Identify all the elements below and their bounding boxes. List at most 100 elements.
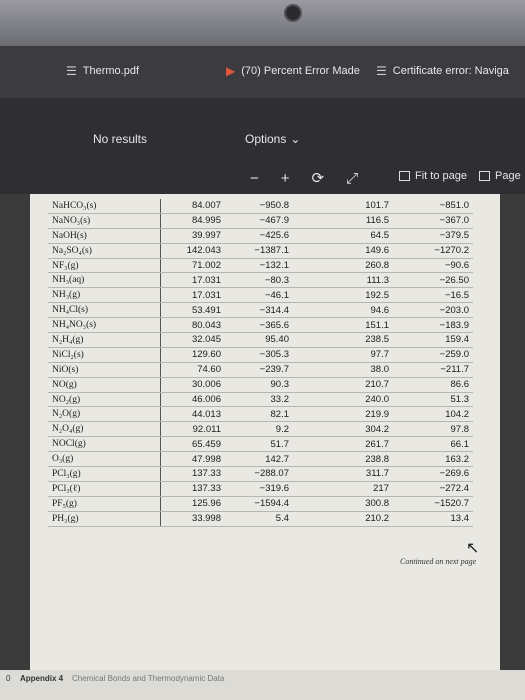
enthalpy-cell: 95.40	[225, 332, 293, 348]
molar-mass-cell: 33.998	[160, 511, 225, 527]
table-row: PH₃(g) 33.998 5.4 210.2 13.4	[48, 511, 473, 527]
enthalpy-cell: −1594.4	[225, 496, 293, 512]
gibbs-cell: 51.3	[393, 392, 473, 408]
tab-label: Certificate error: Naviga	[392, 65, 509, 77]
expand-icon[interactable]: ⤢	[346, 170, 358, 187]
gibbs-cell: −183.9	[393, 317, 473, 334]
fit-page-icon	[399, 171, 410, 181]
entropy-cell: 238.5	[293, 332, 393, 348]
substance-cell: O₃(g)	[48, 451, 161, 468]
enthalpy-cell: −314.4	[225, 302, 293, 319]
entropy-cell: 261.7	[293, 436, 393, 453]
entropy-cell: 64.5	[293, 228, 393, 244]
table-row: Na₂SO₄(s) 142.043 −1387.1 149.6 −1270.2	[48, 243, 473, 259]
substance-cell: N₂O(g)	[48, 406, 161, 423]
entropy-cell: 240.0	[293, 392, 393, 408]
enthalpy-cell: −80.3	[225, 272, 293, 289]
table-row: NiCl₂(s) 129.60 −305.3 97.7 −259.0	[48, 347, 473, 363]
search-status: No results	[93, 132, 148, 146]
table-row: O₃(g) 47.998 142.7 238.8 163.2	[48, 451, 473, 468]
enthalpy-cell: 33.2	[225, 392, 293, 408]
table-row: NH₃(aq) 17.031 −80.3 111.3 −26.50	[48, 272, 473, 289]
table-row: PCl₃(ℓ) 137.33 −319.6 217 −272.4	[48, 481, 473, 497]
enthalpy-cell: −319.6	[225, 481, 293, 497]
substance-cell: PCl₃(ℓ)	[48, 481, 161, 497]
molar-mass-cell: 30.006	[160, 377, 225, 393]
entropy-cell: 38.0	[293, 362, 393, 378]
entropy-cell: 300.8	[293, 496, 393, 512]
tab-certificate-error[interactable]: ☰ Certificate error: Naviga	[376, 64, 509, 78]
tab-label: (70) Percent Error Made	[241, 65, 360, 77]
table-row: NiO(s) 74.60 −239.7 38.0 −211.7	[48, 362, 473, 378]
gibbs-cell: 104.2	[393, 406, 473, 423]
substance-cell: NaHCO₃(s)	[48, 199, 161, 214]
substance-cell: NH₄Cl(s)	[48, 302, 161, 319]
molar-mass-cell: 47.998	[160, 451, 225, 468]
tab-percent-error[interactable]: ▶ (70) Percent Error Made	[226, 64, 360, 78]
gibbs-cell: 159.4	[393, 332, 473, 348]
rotate-icon[interactable]: ⟳	[312, 169, 325, 187]
table-row: N₂O₄(g) 92.011 9.2 304.2 97.8	[48, 421, 473, 438]
table-row: NO(g) 30.006 90.3 210.7 86.6	[48, 377, 473, 393]
gibbs-cell: −211.7	[393, 362, 473, 378]
fit-to-page-button[interactable]: Fit to page	[399, 170, 467, 182]
enthalpy-cell: −288.07	[225, 466, 293, 482]
molar-mass-cell: 92.011	[160, 421, 225, 438]
gibbs-cell: −16.5	[393, 287, 473, 304]
page-icon: ☰	[376, 64, 387, 78]
table-row: NH₃(g) 17.031 −46.1 192.5 −16.5	[48, 287, 473, 304]
enthalpy-cell: −467.9	[225, 213, 293, 229]
table-row: NOCl(g) 65.459 51.7 261.7 66.1	[48, 436, 473, 453]
substance-cell: N₂O₄(g)	[48, 421, 161, 438]
annotation-tools: − + ⟳ ⤢	[250, 169, 358, 188]
table-row: N₂O(g) 44.013 82.1 219.9 104.2	[48, 406, 473, 423]
youtube-icon: ▶	[226, 64, 236, 78]
options-label: Options	[245, 132, 287, 146]
options-dropdown[interactable]: Options ⌄	[245, 132, 300, 146]
entropy-cell: 260.8	[293, 258, 393, 274]
molar-mass-cell: 17.031	[160, 272, 225, 289]
minus-icon[interactable]: −	[250, 170, 259, 187]
substance-cell: NF₃(g)	[48, 258, 161, 274]
enthalpy-cell: 9.2	[225, 421, 293, 438]
molar-mass-cell: 53.491	[160, 302, 225, 319]
page-label: Page	[495, 170, 521, 182]
gibbs-cell: 86.6	[393, 377, 473, 393]
continued-note: Continued on next page	[400, 557, 477, 566]
substance-cell: PCl₃(g)	[48, 466, 161, 482]
molar-mass-cell: 65.459	[160, 436, 225, 453]
substance-cell: NH₃(g)	[48, 287, 161, 304]
enthalpy-cell: −132.1	[225, 258, 293, 274]
gibbs-cell: 13.4	[393, 511, 473, 527]
page-view-button[interactable]: Page	[479, 170, 521, 182]
gibbs-cell: 97.8	[393, 421, 473, 438]
molar-mass-cell: 125.96	[160, 496, 225, 512]
entropy-cell: 97.7	[293, 347, 393, 363]
substance-cell: PF₅(g)	[48, 496, 161, 512]
plus-icon[interactable]: +	[281, 170, 290, 187]
substance-cell: NiCl₂(s)	[48, 347, 161, 363]
appendix-subtitle: Chemical Bonds and Thermodynamic Data	[72, 674, 225, 683]
enthalpy-cell: 90.3	[225, 377, 293, 393]
enthalpy-cell: 82.1	[225, 406, 293, 423]
enthalpy-cell: −950.8	[225, 199, 293, 214]
table-row: NaOH(s) 39.997 −425.6 64.5 −379.5	[48, 228, 473, 244]
thermodynamic-data-table: NaHCO₃(s) 84.007 −950.8 101.7 −851.0 NaNO₃(s)…	[48, 199, 473, 527]
enthalpy-cell: 142.7	[225, 451, 293, 468]
page-footer: 0 Appendix 4 Chemical Bonds and Thermody…	[0, 670, 525, 700]
gibbs-cell: −379.5	[393, 228, 473, 244]
tab-thermo-pdf[interactable]: ☰ Thermo.pdf	[66, 64, 139, 78]
entropy-cell: 116.5	[293, 213, 393, 229]
table-row: PF₅(g) 125.96 −1594.4 300.8 −1520.7	[48, 496, 473, 512]
molar-mass-cell: 80.043	[160, 317, 225, 334]
molar-mass-cell: 71.002	[160, 258, 225, 274]
table-row: NF₃(g) 71.002 −132.1 260.8 −90.6	[48, 258, 473, 274]
gibbs-cell: −851.0	[393, 199, 473, 214]
molar-mass-cell: 32.045	[160, 332, 225, 348]
chevron-down-icon: ⌄	[290, 132, 301, 146]
substance-cell: NOCl(g)	[48, 436, 161, 453]
molar-mass-cell: 84.995	[160, 213, 225, 229]
molar-mass-cell: 39.997	[160, 228, 225, 244]
mouse-cursor-icon: ↖	[466, 540, 480, 557]
webcam	[284, 4, 302, 22]
